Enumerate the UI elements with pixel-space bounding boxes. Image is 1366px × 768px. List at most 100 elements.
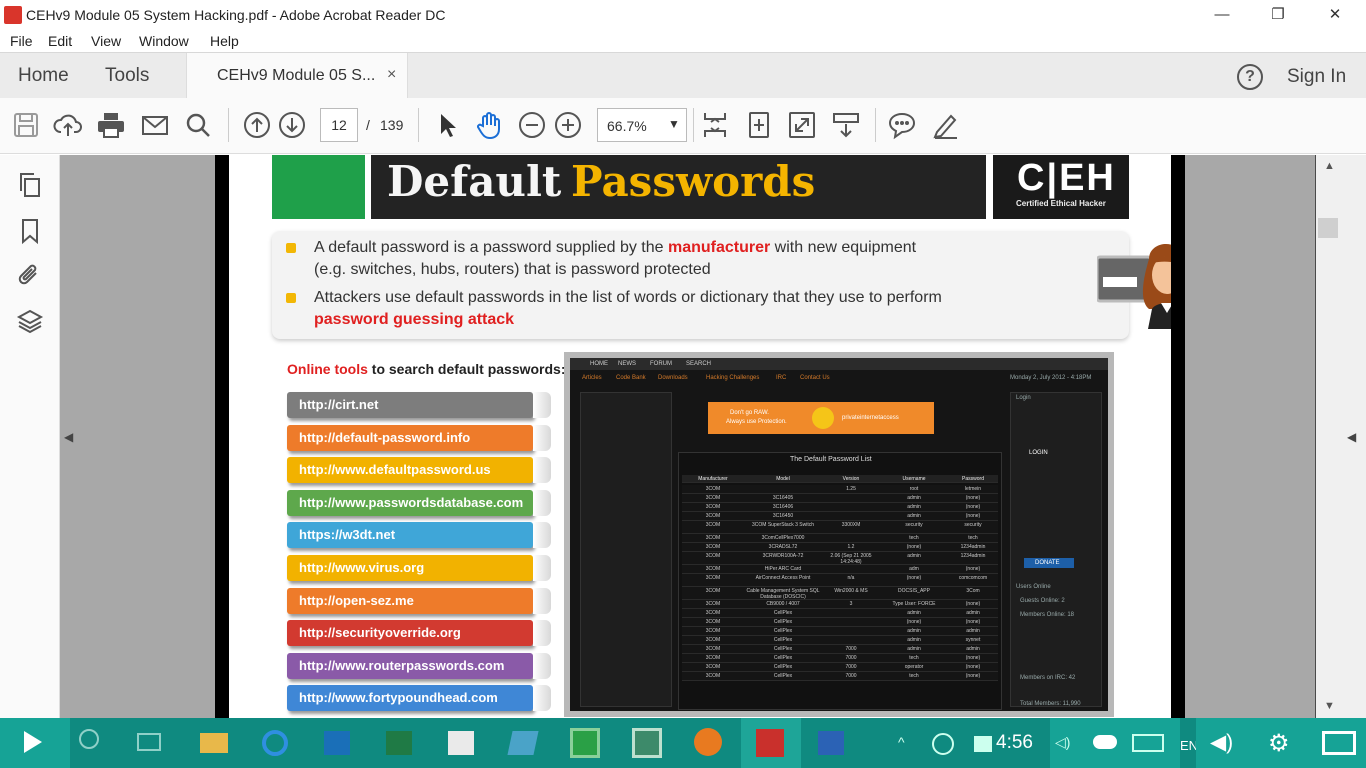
clock[interactable]: 4:56: [996, 732, 1033, 754]
word-icon[interactable]: [818, 731, 844, 755]
settings-gear-icon[interactable]: ⚙: [1268, 729, 1290, 758]
scroll-down-icon[interactable]: ▼: [1324, 700, 1335, 712]
table-cell: 7000: [845, 673, 857, 679]
table-cell: 3COM: [705, 513, 721, 519]
menu-view[interactable]: View: [91, 33, 121, 49]
restore-button[interactable]: ❐: [1268, 5, 1288, 25]
total-members: Total Members: 11,990: [1020, 701, 1081, 707]
bitcoin-icon: [812, 407, 834, 429]
tab-document[interactable]: CEHv9 Module 05 S... ×: [186, 53, 408, 99]
table-cell: Version: [842, 476, 860, 482]
fit-page-icon[interactable]: [744, 110, 774, 140]
tool-link[interactable]: http://www.fortypoundhead.com: [287, 685, 533, 712]
file-explorer-icon[interactable]: [200, 733, 228, 753]
highlight-pen-icon[interactable]: [931, 110, 961, 140]
print-icon[interactable]: [96, 110, 126, 140]
keyboard-icon[interactable]: [1132, 734, 1164, 752]
tool-link[interactable]: http://www.defaultpassword.us: [287, 457, 533, 484]
network-activity-icon[interactable]: [932, 733, 954, 755]
full-screen-icon[interactable]: [787, 110, 817, 140]
upload-cloud-icon[interactable]: [53, 110, 83, 140]
green-accent-block: [272, 155, 365, 219]
chevron-up-icon[interactable]: ^: [898, 734, 905, 750]
tool-link[interactable]: https://w3dt.net: [287, 522, 533, 549]
table-row: 3COM 1.25 root letmein: [682, 485, 998, 494]
tool-link[interactable]: http://www.virus.org: [287, 555, 533, 581]
tool-link[interactable]: http://www.routerpasswords.com: [287, 652, 533, 679]
close-tab-icon[interactable]: ×: [387, 66, 396, 84]
search-taskbar-icon[interactable]: [79, 729, 99, 749]
hand-tool-icon[interactable]: [474, 110, 504, 140]
table-cell: tech: [909, 673, 919, 679]
cloud-icon[interactable]: [1093, 735, 1117, 749]
zoom-select[interactable]: 66.7% ▼: [597, 108, 687, 142]
select-cursor-icon[interactable]: [432, 110, 462, 140]
bullet-2: Attackers use default passwords in the l…: [314, 289, 942, 306]
sign-in-button[interactable]: Sign In: [1287, 66, 1346, 88]
zoom-out-icon[interactable]: [517, 110, 547, 140]
task-view-icon[interactable]: [137, 733, 161, 751]
table-cell: Model: [776, 476, 790, 482]
table-row: 3COM 3C16450 admin (none): [682, 512, 998, 521]
comment-icon[interactable]: [887, 110, 917, 140]
tab-tools[interactable]: Tools: [105, 65, 149, 87]
play-icon[interactable]: [24, 731, 42, 753]
app-icon[interactable]: [507, 731, 539, 755]
pdf-app-icon: [4, 6, 22, 24]
members-irc: Members on IRC: 42: [1020, 675, 1076, 681]
scrollbar-thumb[interactable]: [1318, 218, 1338, 238]
previous-page-icon[interactable]: [242, 110, 272, 140]
firefox-icon[interactable]: [694, 728, 722, 756]
collapse-right-panel-icon[interactable]: ◀: [1347, 430, 1356, 444]
zoom-in-icon[interactable]: [553, 110, 583, 140]
volume-tray-icon[interactable]: ◁): [1055, 734, 1070, 751]
page-number-input[interactable]: 12: [320, 108, 358, 142]
dropbox-icon[interactable]: [974, 736, 992, 752]
table-row: 3COM 3CRWDR100A-72 2.06 (Sep 21 2005 14:24…: [682, 552, 998, 565]
tool-link[interactable]: http://securityoverride.org: [287, 620, 533, 647]
table-row: 3COM CellPlex 7000 tech (none): [682, 654, 998, 663]
email-icon[interactable]: [140, 110, 170, 140]
volume-icon[interactable]: ◀): [1210, 730, 1233, 755]
scrolling-mode-icon[interactable]: [700, 110, 730, 140]
menu-help[interactable]: Help: [210, 33, 239, 49]
menu-edit[interactable]: Edit: [48, 33, 72, 49]
vertical-scrollbar[interactable]: [1316, 155, 1366, 718]
camtasia-icon[interactable]: [570, 728, 600, 758]
minimize-button[interactable]: —: [1212, 5, 1232, 25]
search-icon[interactable]: [183, 110, 213, 140]
table-cell: 7000: [845, 646, 857, 652]
layers-icon[interactable]: [16, 307, 44, 335]
tool-link[interactable]: http://default-password.info: [287, 424, 533, 451]
close-window-button[interactable]: ✕: [1325, 5, 1345, 25]
save-icon[interactable]: [11, 110, 41, 140]
tool-link[interactable]: http://cirt.net: [287, 392, 533, 418]
store-icon[interactable]: [448, 731, 474, 755]
next-page-icon[interactable]: [277, 110, 307, 140]
collapse-left-panel-icon[interactable]: ◀: [64, 430, 73, 444]
table-cell: Username: [902, 476, 926, 482]
outlook-icon[interactable]: [324, 731, 350, 755]
acrobat-icon[interactable]: [756, 729, 784, 757]
scroll-up-icon[interactable]: ▲: [1324, 160, 1335, 172]
table-row: 3COM CB9000 / 4007 3 Type User: FORCE (none): [682, 600, 998, 609]
table-cell: AirConnect Access Point: [755, 575, 811, 581]
tool-link[interactable]: http://open-sez.me: [287, 587, 533, 614]
site-ad-line-2: Always use Protection.: [726, 419, 787, 425]
bullet-1-text-end: with new equipment: [770, 239, 917, 256]
window-title: CEHv9 Module 05 System Hacking.pdf - Ado…: [26, 7, 446, 23]
bookmark-icon[interactable]: [16, 217, 44, 245]
fullscreen-icon[interactable]: [1322, 731, 1356, 755]
read-mode-icon[interactable]: [831, 110, 861, 140]
camtasia-recorder-icon[interactable]: [632, 728, 662, 758]
attachment-icon[interactable]: [16, 261, 44, 289]
table-cell: 3COM: [705, 619, 721, 625]
excel-icon[interactable]: [386, 731, 412, 755]
tab-home[interactable]: Home: [18, 65, 69, 87]
edge-icon[interactable]: [262, 730, 288, 756]
page-thumbnails-icon[interactable]: [16, 171, 44, 199]
menu-window[interactable]: Window: [139, 33, 189, 49]
tool-link[interactable]: http://www.passwordsdatabase.com: [287, 489, 533, 516]
menu-file[interactable]: File: [10, 33, 33, 49]
help-icon[interactable]: ?: [1237, 64, 1263, 90]
